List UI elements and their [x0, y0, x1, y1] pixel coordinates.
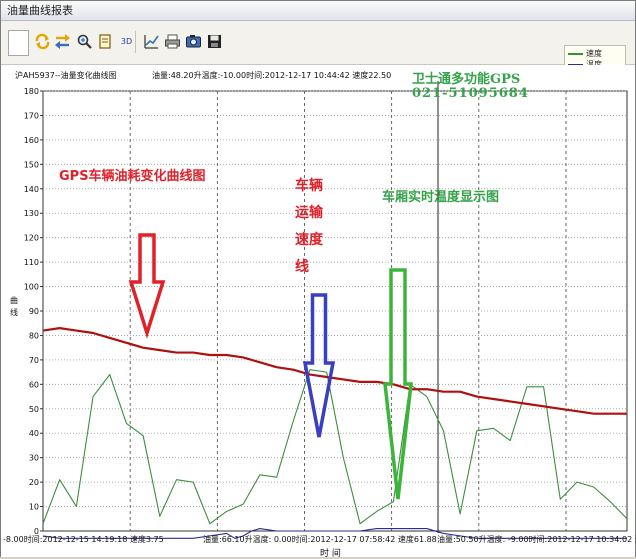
print-button[interactable]	[164, 32, 181, 51]
chart-title: 沪AH5937--油量变化曲线图	[15, 71, 117, 80]
page-icon	[99, 34, 111, 49]
line-chart: 0102030405060708090100110120130140150160…	[24, 81, 628, 539]
x-axis-title: 时 间	[320, 549, 341, 559]
y-tick-label: 30	[29, 454, 39, 463]
y-tick-label: 160	[24, 136, 39, 145]
y-tick-label: 180	[24, 87, 39, 96]
y-tick-label: 100	[24, 283, 39, 292]
refresh-button[interactable]	[34, 32, 51, 51]
swap-button[interactable]	[54, 32, 71, 51]
y-tick-label: 90	[29, 307, 39, 316]
speed-annotation: 车辆运输速度线	[295, 178, 323, 275]
y-tick-label: 120	[24, 234, 39, 243]
3d-button[interactable]: 3D	[118, 32, 135, 51]
legend-label: 速度	[586, 49, 602, 58]
save-icon	[208, 35, 221, 48]
camera-icon	[186, 35, 201, 48]
toolbar-separator	[135, 31, 136, 53]
chart-button[interactable]	[143, 32, 160, 51]
chart-icon	[144, 35, 159, 49]
legend-swatch	[568, 52, 583, 55]
company-annotation: 卫士通多功能GPS	[412, 72, 521, 87]
gps-title-annotation: GPS车辆油耗变化曲线图	[59, 169, 206, 184]
page-button[interactable]	[97, 32, 114, 51]
y-tick-label: 20	[29, 478, 39, 487]
y-tick-label: 130	[24, 209, 39, 218]
swap-icon	[55, 34, 70, 49]
y-tick-label: 140	[24, 185, 39, 194]
bottom-label-middle: 油量:66.10升温度: 0.00时间:2012-12-17 07:58:42 …	[203, 535, 437, 544]
y-tick-label: 60	[29, 380, 39, 389]
bottom-label-left: -8.00时间:2012-12-15 14:19:18 速度3.75	[3, 535, 164, 544]
y-axis-title: 曲 线	[10, 296, 18, 317]
chart-area[interactable]: 0 10 20 30 40 50 60 70 80 90 100 110 120 130 140 150 160…	[1, 65, 636, 559]
legend-item-speed: 速度	[568, 48, 602, 59]
report-window: 油量曲线报表 3D 速度 0 10 20 30 40 50 60 70 80 9…	[0, 0, 636, 559]
y-tick-label: 150	[24, 160, 39, 169]
y-tick-label: 170	[24, 111, 39, 120]
cursor-status: 油量:48.20升温度:-10.00时间:2012-12-17 10:44:42…	[152, 71, 392, 80]
phone-annotation: 021-51095684	[412, 86, 529, 101]
save-button[interactable]	[206, 32, 223, 51]
temperature-annotation: 车厢实时温度显示图	[382, 190, 500, 205]
y-tick-label: 110	[24, 258, 39, 267]
camera-button[interactable]	[185, 32, 202, 51]
bottom-label-right: 油量:50.50升温度: -9.00时间:2012-12-17 10:34:02…	[437, 535, 636, 544]
toolbar: 3D 速度 温度 油量	[1, 22, 635, 85]
print-icon	[165, 34, 180, 49]
zoom-icon	[77, 34, 92, 49]
zoom-button[interactable]	[76, 32, 93, 51]
y-tick-label: 80	[29, 331, 39, 340]
y-tick-label: 70	[29, 356, 39, 365]
blank-button[interactable]	[8, 30, 29, 56]
y-tick-label: 10	[29, 503, 39, 512]
refresh-icon	[35, 33, 50, 50]
window-title: 油量曲线报表	[1, 1, 635, 21]
y-tick-label: 40	[29, 429, 39, 438]
y-tick-label: 50	[29, 405, 39, 414]
